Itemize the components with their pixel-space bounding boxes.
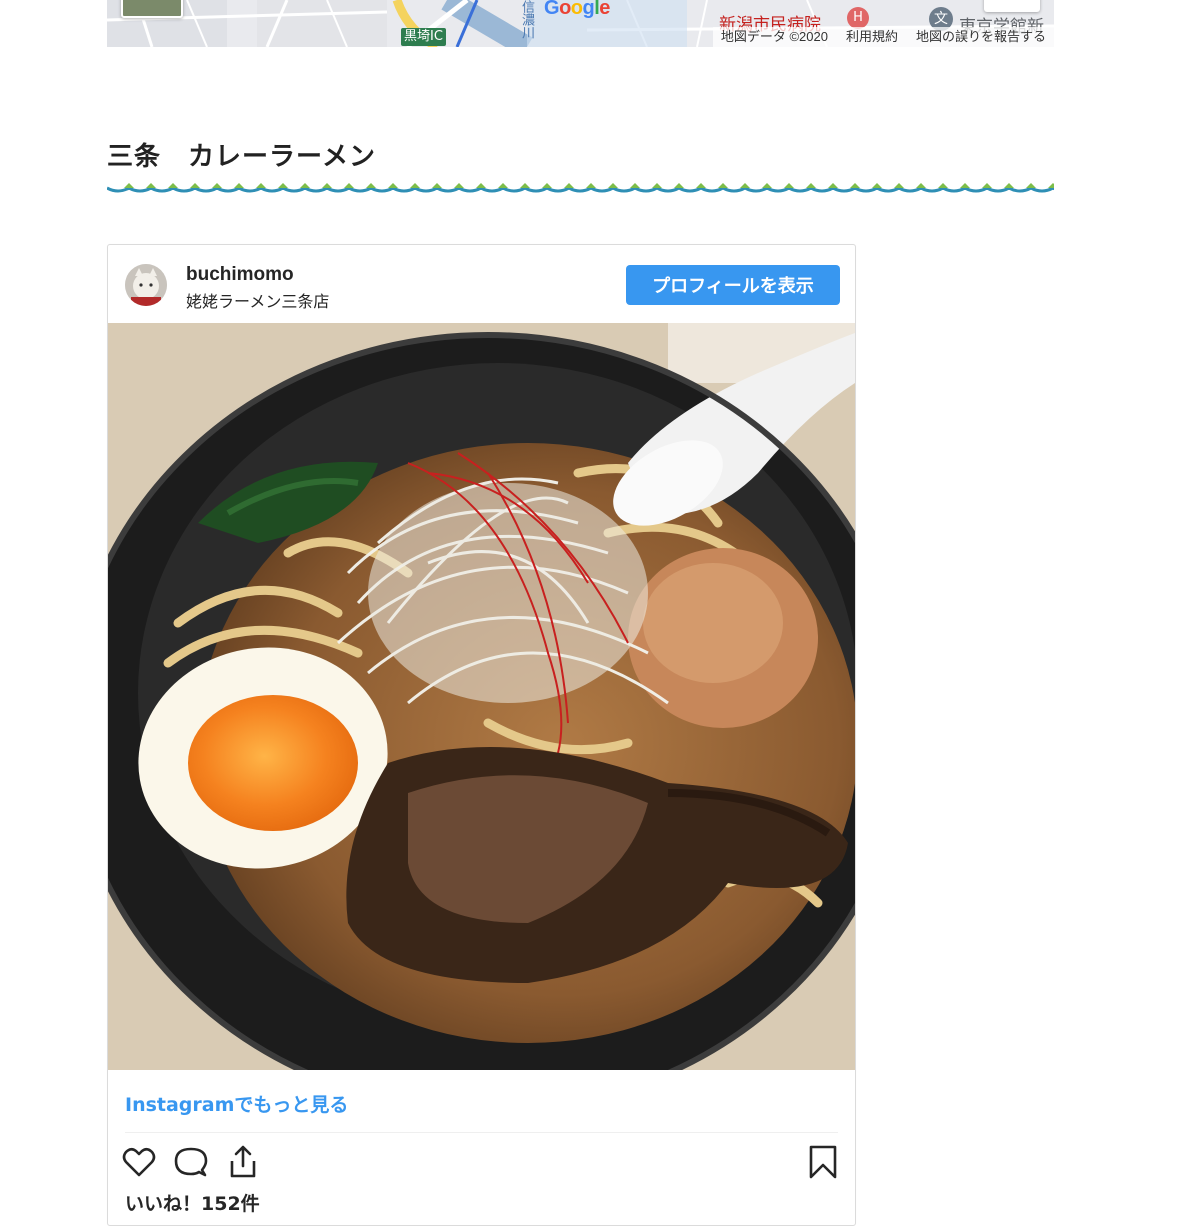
embed-header: buchimomo 姥姥ラーメン三条店 プロフィールを表示: [108, 245, 855, 323]
instagram-embed: buchimomo 姥姥ラーメン三条店 プロフィールを表示 Instagramで…: [107, 244, 856, 1226]
map-embed[interactable]: Google 信濃川 新潟市民病院 H 文 東京学館新 黒埼IC 地図データ ©…: [107, 0, 1054, 47]
avatar[interactable]: [125, 264, 167, 306]
location[interactable]: 姥姥ラーメン三条店: [186, 288, 329, 312]
section-heading: 三条 カレーラーメン: [107, 142, 376, 172]
post-photo[interactable]: [108, 323, 855, 1070]
share-icon[interactable]: [224, 1143, 262, 1181]
likes-count[interactable]: いいね！152件: [125, 1189, 260, 1216]
map-terms-link[interactable]: 利用規約: [846, 27, 898, 47]
interchange-label: 黒埼IC: [401, 28, 446, 46]
map-data-credit: 地図データ ©2020: [720, 29, 828, 44]
hospital-icon[interactable]: H: [847, 7, 869, 29]
map-satellite-thumbnail[interactable]: [121, 0, 183, 18]
view-more-on-instagram-link[interactable]: Instagramでもっと見る: [125, 1090, 348, 1117]
map-report-link[interactable]: 地図の誤りを報告する: [916, 27, 1046, 47]
bookmark-icon[interactable]: [804, 1143, 842, 1181]
map-footer: 地図データ ©2020 利用規約 地図の誤りを報告する: [712, 27, 1054, 47]
wave-divider: [107, 183, 1054, 193]
map-control[interactable]: [984, 0, 1040, 12]
divider: [125, 1132, 838, 1133]
google-logo: Google: [544, 0, 610, 19]
username[interactable]: buchimomo: [186, 264, 294, 286]
river-label: 信濃川: [519, 0, 534, 39]
comment-icon[interactable]: [172, 1143, 210, 1181]
view-profile-button[interactable]: プロフィールを表示: [626, 265, 840, 305]
heart-icon[interactable]: [120, 1143, 158, 1181]
